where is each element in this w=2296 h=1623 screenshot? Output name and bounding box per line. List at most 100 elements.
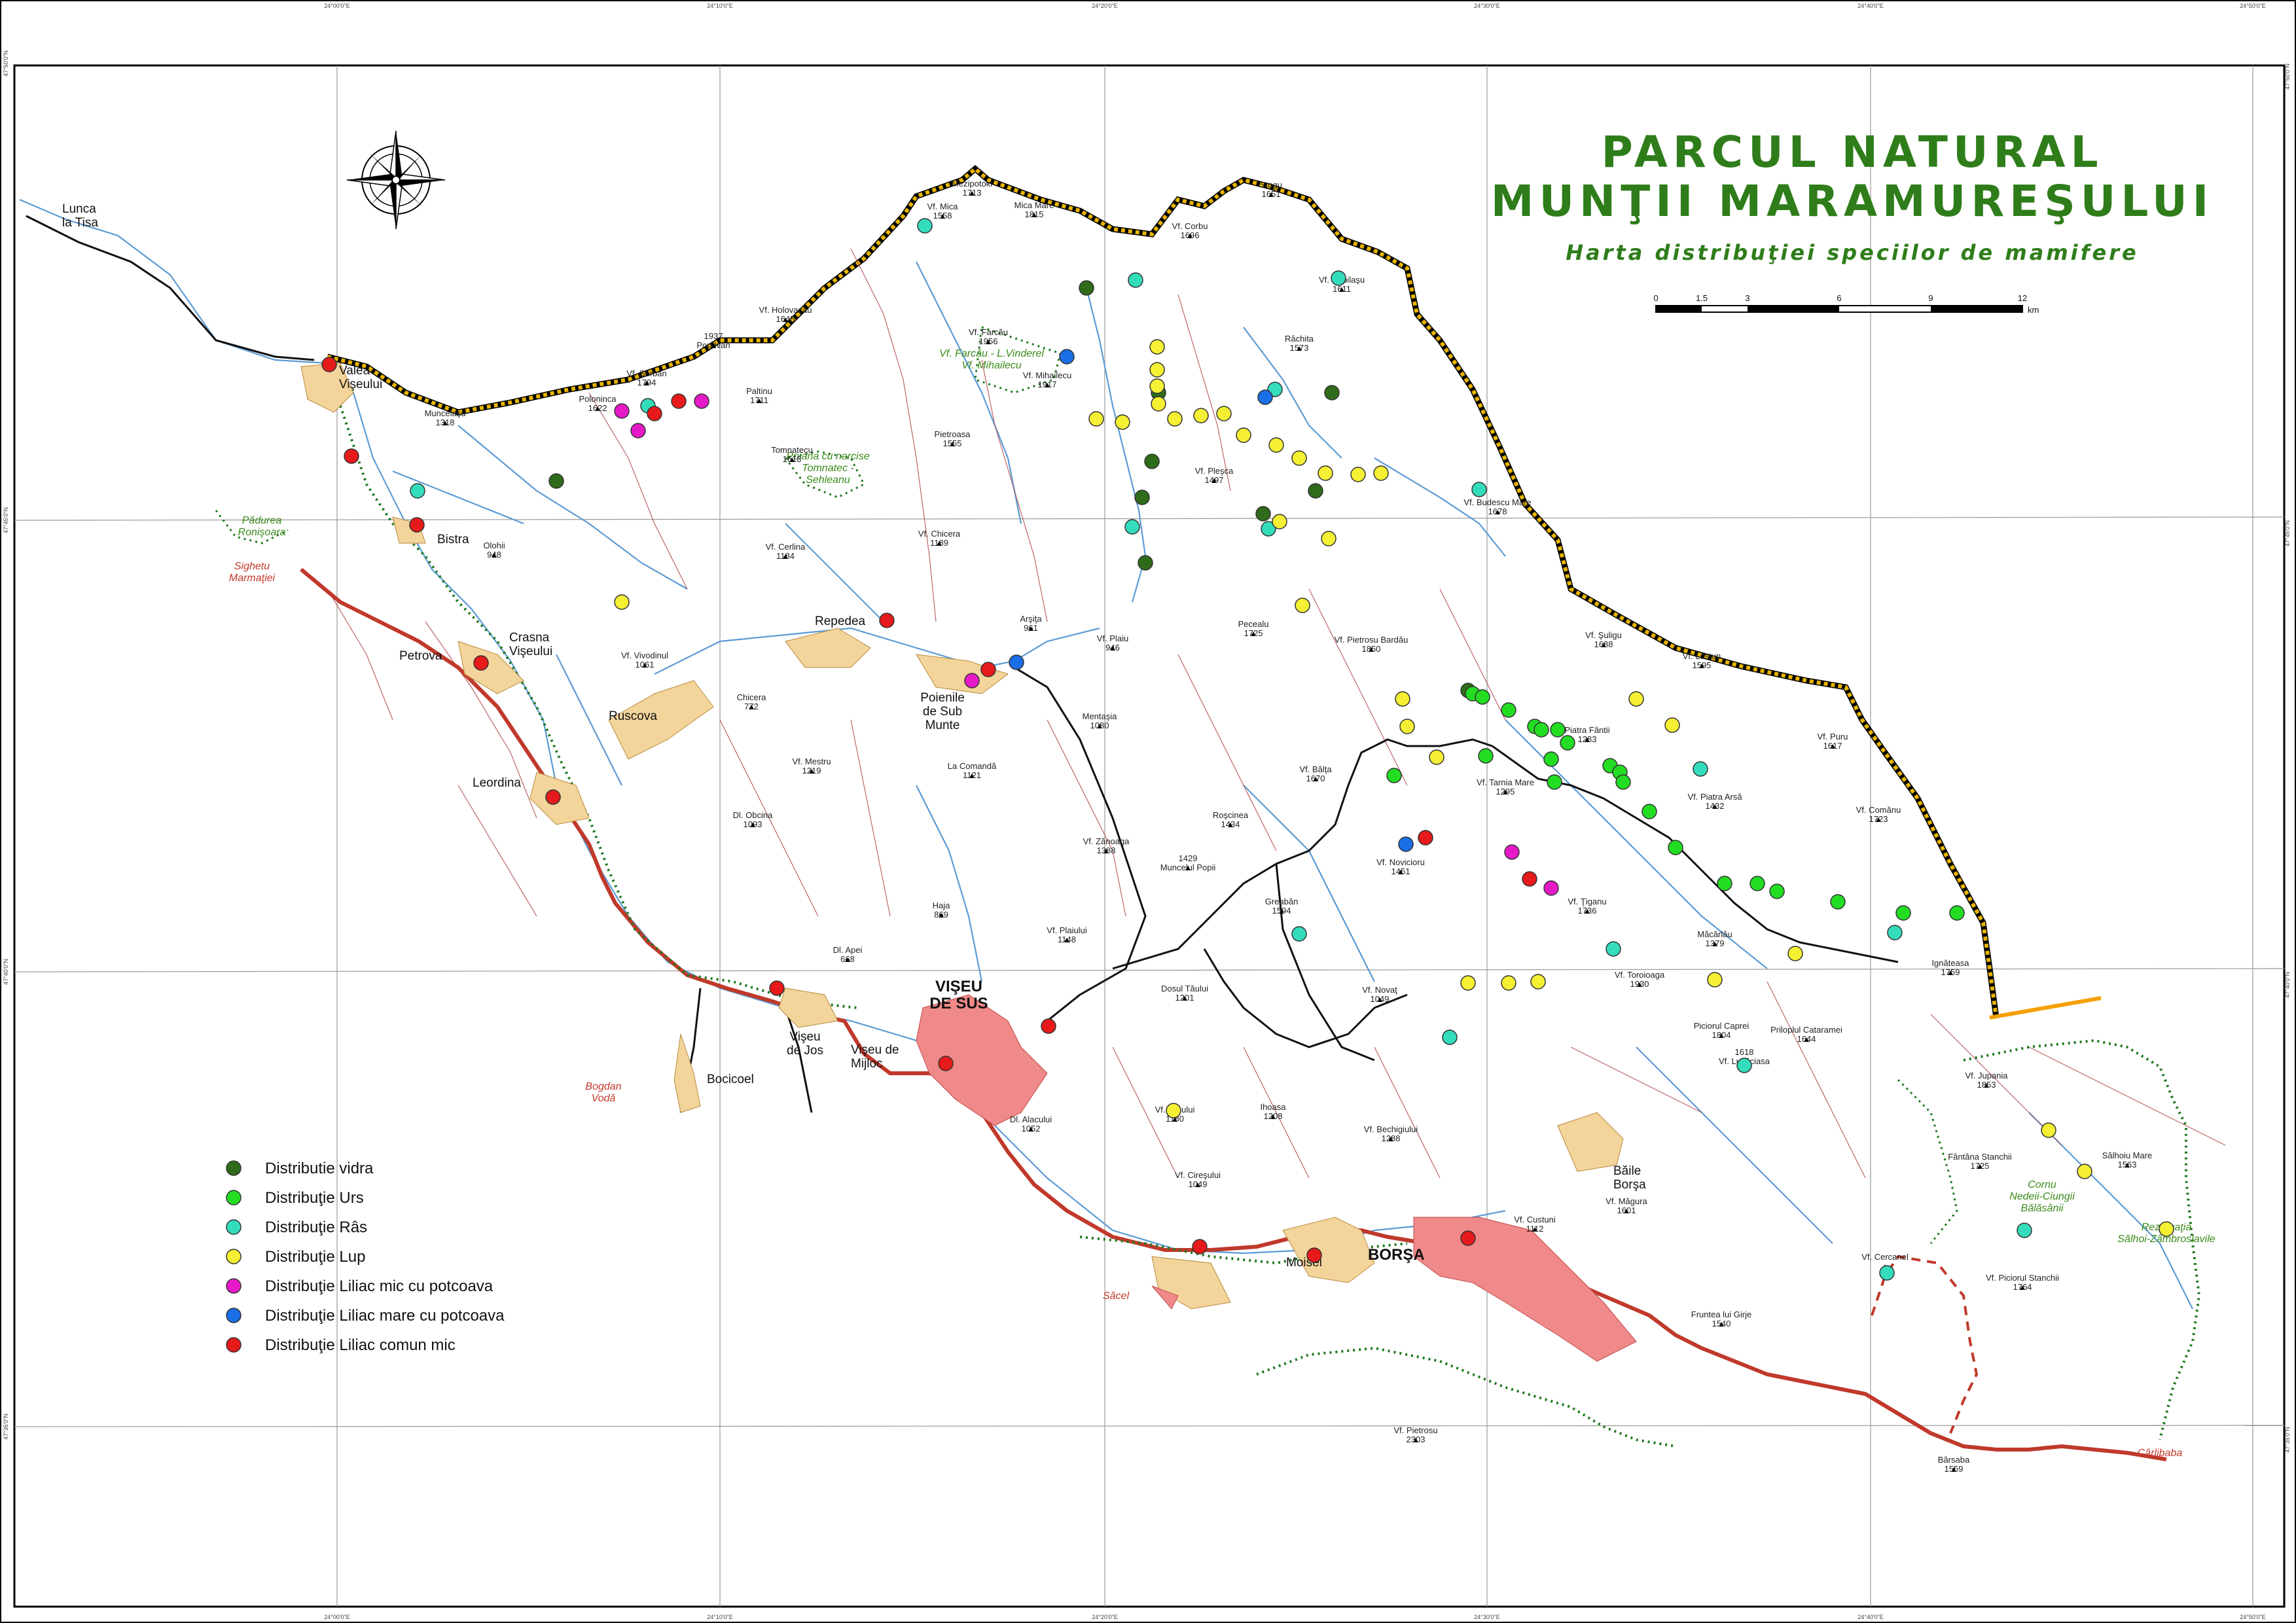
scale-tick-label: 12 <box>2018 293 2027 303</box>
red-place-label: Cârlibaba <box>2138 1448 2183 1459</box>
species-point <box>1543 751 1559 767</box>
town-label: VIŞEU DE SUS <box>929 978 988 1012</box>
coord-labels-bottom: 24°00'0"E 24°10'0"E 24°20'0"E 24°30'0"E 24°4… <box>324 1614 2266 1620</box>
peak-label: Paltinu 1711 <box>746 386 772 405</box>
species-point <box>410 483 425 499</box>
species-point <box>1149 362 1165 378</box>
coord-bottom-label: 24°20'0"E <box>1092 1614 1118 1620</box>
legend-label: Distribuţie Liliac mic cu potcoava <box>265 1277 493 1295</box>
coord-top-label: 24°00'0"E <box>324 3 350 9</box>
species-point <box>1442 1029 1458 1045</box>
coord-bottom-label: 24°30'0"E <box>1474 1614 1500 1620</box>
legend-label: Distribuţie Liliac comun mic <box>265 1336 456 1354</box>
peak: Paltinu 1711 <box>746 386 772 405</box>
title-line-1: PARCUL NATURAL <box>1601 127 2103 177</box>
title-line-2: MUNŢII MARAMUREŞULUI <box>1491 176 2214 226</box>
species-point <box>614 403 630 419</box>
species-point <box>1257 389 1273 405</box>
map-frame <box>13 64 2286 1608</box>
species-point <box>1272 514 1287 529</box>
legend-label: Distributie vidra <box>265 1160 374 1177</box>
species-point <box>694 393 709 409</box>
species-point <box>1192 1239 1208 1255</box>
species-point <box>1707 972 1723 988</box>
species-point <box>1787 946 1803 961</box>
species-point <box>1291 926 1307 942</box>
legend-marker <box>226 1160 242 1176</box>
red-place-label: Săcel <box>1103 1291 1129 1302</box>
species-point <box>1641 804 1657 819</box>
species-point <box>1550 722 1566 738</box>
species-point <box>1543 880 1559 896</box>
coord-bottom-label: 24°00'0"E <box>324 1614 350 1620</box>
species-point <box>1009 654 1024 670</box>
species-point <box>1534 722 1549 738</box>
town-label: Leordina <box>473 776 521 790</box>
town-label: Bistra <box>437 533 469 546</box>
species-point <box>1628 691 1644 707</box>
species-point <box>1504 844 1520 860</box>
species-point <box>1138 555 1153 571</box>
species-point <box>1318 465 1333 481</box>
species-point <box>2159 1221 2174 1237</box>
town-label: Poienile de Sub Munte <box>920 691 965 732</box>
species-point <box>1167 411 1183 427</box>
species-point <box>1166 1103 1181 1118</box>
species-point <box>1717 876 1732 891</box>
species-point <box>1268 437 1284 453</box>
species-point <box>1321 531 1336 546</box>
coord-bottom-label: 24°10'0"E <box>707 1614 733 1620</box>
coord-top-label: 24°20'0"E <box>1092 3 1118 9</box>
scale-tick-label: 9 <box>1928 293 1933 303</box>
species-point <box>1128 272 1143 288</box>
coord-top-label: 24°50'0"E <box>2240 3 2266 9</box>
reserve-label: Pădurea Ronişoara <box>238 515 286 538</box>
species-point <box>1560 735 1575 751</box>
legend-marker <box>226 1190 242 1205</box>
species-point <box>473 655 489 671</box>
town-label: Lunca la Tisa <box>62 202 98 230</box>
species-point <box>1134 490 1150 505</box>
species-point <box>1331 270 1346 286</box>
species-point <box>1386 768 1402 783</box>
coord-left-label: 47°40'0"N <box>3 959 9 985</box>
species-point <box>1324 385 1340 401</box>
species-point <box>879 613 895 628</box>
species-point <box>1887 925 1903 940</box>
species-point <box>1151 396 1166 412</box>
coord-bottom-label: 24°40'0"E <box>1857 1614 1884 1620</box>
coord-left-label: 47°50'0"N <box>3 50 9 77</box>
species-point <box>545 789 561 805</box>
species-point <box>1291 450 1307 466</box>
species-point <box>1769 883 1785 899</box>
coord-left-label: 47°35'0"N <box>3 1414 9 1440</box>
species-point <box>1429 749 1444 765</box>
species-point <box>1350 467 1366 482</box>
species-point <box>647 406 662 421</box>
species-point <box>1879 1265 1895 1281</box>
species-point <box>1664 717 1680 733</box>
species-point <box>1478 748 1494 764</box>
species-point <box>1398 836 1414 852</box>
species-point <box>1088 411 1104 427</box>
species-point <box>1547 774 1562 790</box>
species-point <box>1059 349 1075 365</box>
species-point <box>1193 408 1209 423</box>
coord-labels-top: 24°00'0"E 24°10'0"E 24°20'0"E 24°30'0"E 24°4… <box>324 3 2266 9</box>
species-point <box>321 357 337 372</box>
species-point <box>1475 689 1490 705</box>
species-point <box>1124 519 1140 535</box>
species-point <box>1693 761 1708 777</box>
species-point <box>1295 597 1310 613</box>
legend-label: Distribuţie Liliac mare cu potcoava <box>265 1307 505 1325</box>
town-label: Vişeu de Jos <box>787 1030 823 1058</box>
species-point <box>2041 1122 2056 1138</box>
legend-marker <box>226 1337 242 1353</box>
scale-tick-label: 6 <box>1837 293 1841 303</box>
species-point <box>1501 975 1516 991</box>
legend-label: Distribuţie Râs <box>265 1219 367 1236</box>
coord-top-label: 24°10'0"E <box>707 3 733 9</box>
peak-label: Ihoasa 1208 <box>1260 1102 1286 1121</box>
species-point <box>630 423 646 438</box>
coord-labels-left: 47°50'0"N 47°45'0"N 47°40'0"N 47°35'0"N <box>3 50 9 1440</box>
